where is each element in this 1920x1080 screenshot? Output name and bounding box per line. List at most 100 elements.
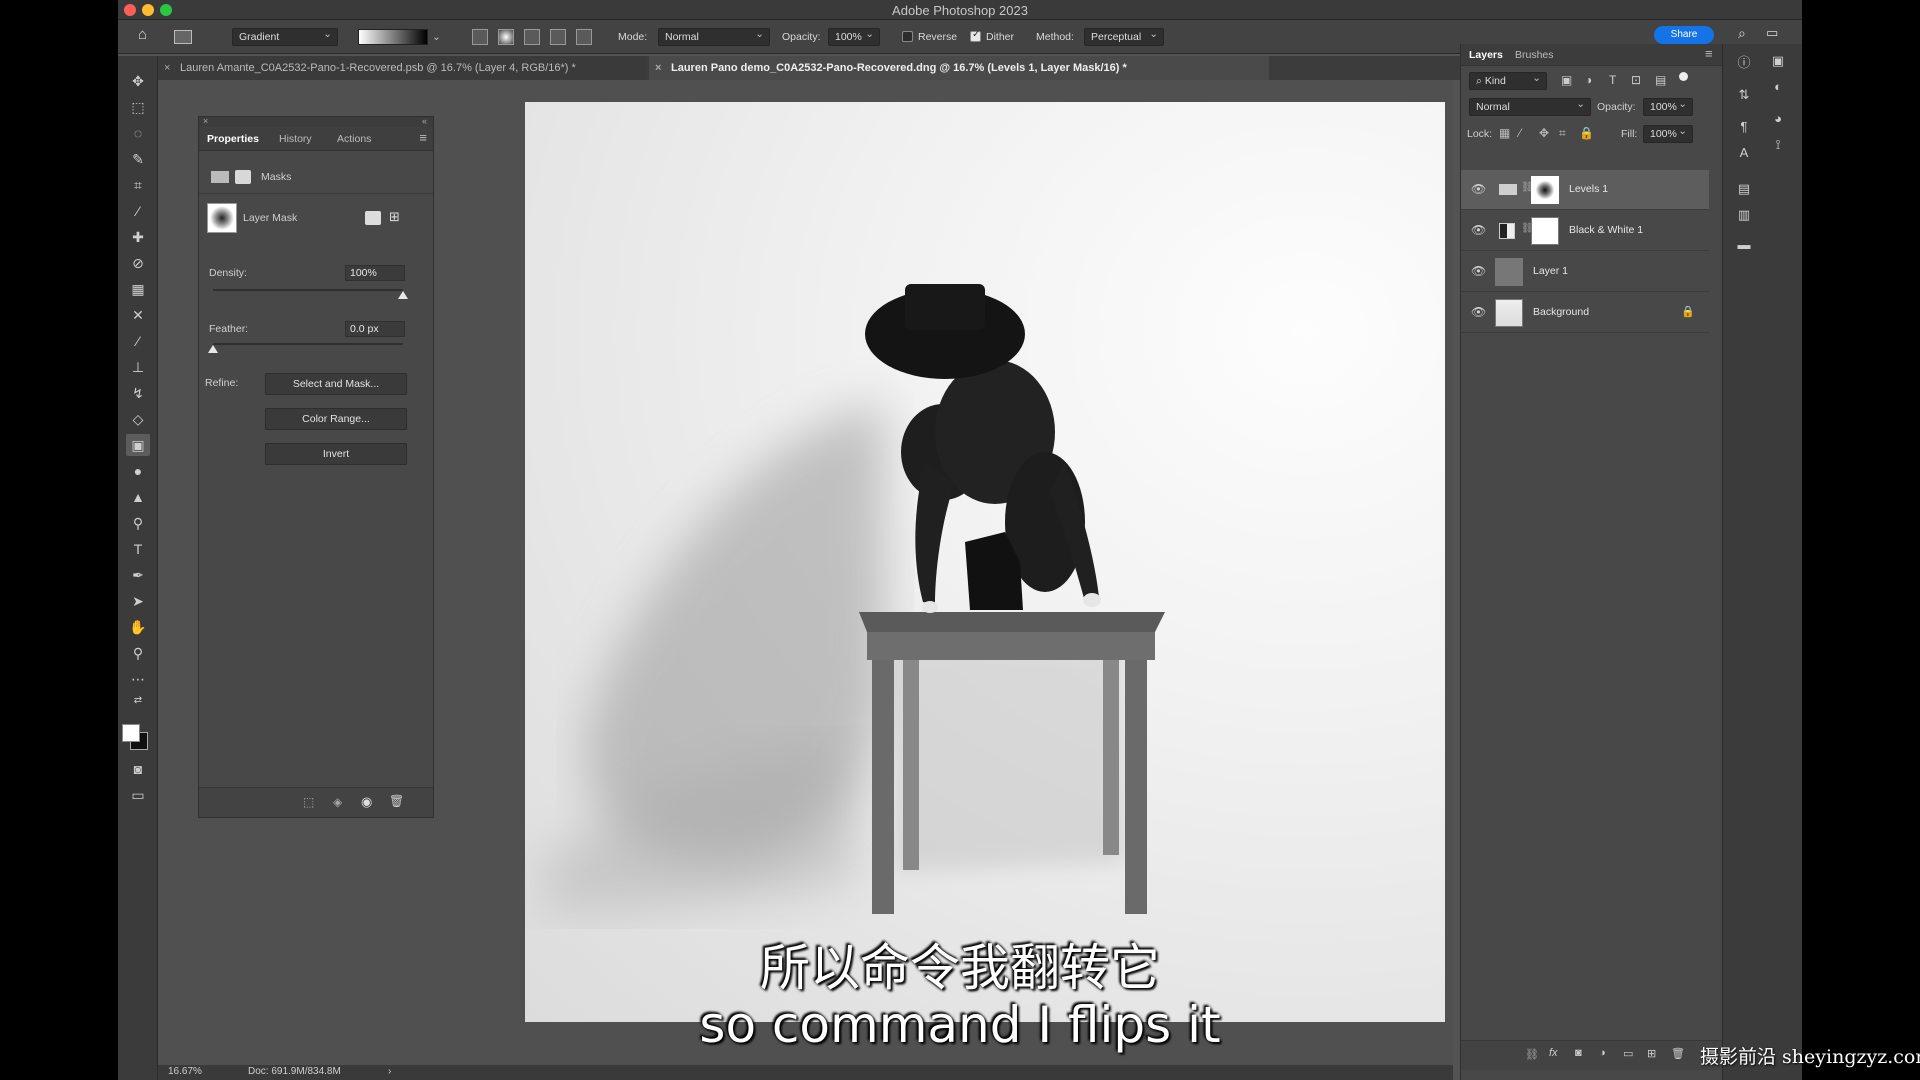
- opacity-field[interactable]: 100%: [828, 26, 880, 46]
- visibility-eye-icon[interactable]: 👁: [1471, 305, 1486, 319]
- screen-mode-icon[interactable]: ▭: [126, 784, 150, 806]
- vector-mask-icon[interactable]: ⊞: [389, 209, 400, 225]
- density-field[interactable]: 100%: [345, 265, 405, 281]
- sharpen-tool-icon[interactable]: ▲: [126, 486, 150, 508]
- info-icon[interactable]: ⓘ: [1733, 52, 1755, 74]
- layer-opacity-field[interactable]: 100%: [1643, 96, 1693, 116]
- lasso-tool-icon[interactable]: ◌: [126, 122, 150, 144]
- hand-tool-icon[interactable]: ✋: [126, 616, 150, 638]
- density-slider-thumb[interactable]: [398, 291, 408, 299]
- zoom-level[interactable]: 16.67%: [168, 1066, 202, 1077]
- lock-transparent-icon[interactable]: ▦: [1499, 126, 1510, 140]
- brushes-icon[interactable]: ▬: [1733, 234, 1755, 256]
- marquee-tool-icon[interactable]: ⬚: [126, 96, 150, 118]
- panel-menu-icon[interactable]: ≡: [419, 130, 427, 145]
- angle-gradient-icon[interactable]: [524, 29, 540, 45]
- eraser-tool-icon[interactable]: ◇: [126, 408, 150, 430]
- dither-checkbox[interactable]: [970, 29, 981, 42]
- adjustments-icon[interactable]: ⇅: [1733, 84, 1755, 106]
- layer-row-black-white[interactable]: 👁 ⛓ Black & White 1: [1461, 211, 1709, 251]
- zoom-tool-icon[interactable]: ⚲: [126, 642, 150, 664]
- gradient-chevron-icon[interactable]: ⌄: [432, 28, 441, 46]
- gradient-preset-dropdown[interactable]: Gradient: [232, 26, 338, 46]
- filter-kind-dropdown[interactable]: ⌕ Kind: [1469, 70, 1547, 90]
- libraries-icon[interactable]: ▣: [1767, 50, 1789, 72]
- layer-mask-thumbnail[interactable]: [1531, 176, 1559, 204]
- layer-thumbnail[interactable]: [1495, 299, 1523, 327]
- reverse-checkbox[interactable]: [902, 31, 913, 42]
- tool-preset-icon[interactable]: [174, 30, 192, 44]
- search-icon[interactable]: ⌕: [1738, 24, 1746, 42]
- color-icon[interactable]: ◐: [1767, 76, 1789, 98]
- brush-tool-icon[interactable]: ⁄: [126, 330, 150, 352]
- apply-mask-icon[interactable]: ◈: [333, 795, 342, 809]
- filter-smart-object-icon[interactable]: ▤: [1655, 73, 1666, 87]
- pixel-mask-icon[interactable]: [365, 211, 381, 225]
- layer-mask-thumbnail[interactable]: [207, 203, 237, 233]
- select-and-mask-button[interactable]: Select and Mask...: [265, 373, 407, 395]
- feather-slider-track[interactable]: [213, 343, 403, 345]
- healing-brush-tool-icon[interactable]: ✚: [126, 226, 150, 248]
- status-chevron-icon[interactable]: ›: [388, 1066, 391, 1077]
- share-button[interactable]: Share: [1654, 26, 1714, 44]
- gradient-tool-icon[interactable]: ▣: [126, 434, 150, 456]
- clone-stamp-tool-icon[interactable]: ⊥: [126, 356, 150, 378]
- document-tab-2[interactable]: × Lauren Pano demo_C0A2532-Pano-Recovere…: [649, 56, 1269, 80]
- patch-tool-icon[interactable]: ▦: [126, 278, 150, 300]
- levels-adjustment-icon[interactable]: [211, 171, 229, 183]
- invert-button[interactable]: Invert: [265, 443, 407, 465]
- panel-menu-icon[interactable]: ≡: [1705, 46, 1713, 61]
- blend-mode-dropdown[interactable]: Normal: [1469, 96, 1591, 116]
- dodge-tool-icon[interactable]: ⚲: [126, 512, 150, 534]
- layer-row-levels[interactable]: 👁 ⛓ Levels 1: [1461, 170, 1709, 210]
- lock-position-icon[interactable]: ✥: [1539, 126, 1549, 140]
- foreground-color-swatch[interactable]: [122, 724, 140, 742]
- notes-icon[interactable]: ▥: [1733, 204, 1755, 226]
- filter-pixel-icon[interactable]: ▣: [1561, 73, 1572, 87]
- paths-icon[interactable]: ⟟: [1767, 134, 1789, 156]
- close-tab-icon[interactable]: ×: [655, 56, 661, 80]
- reflected-gradient-icon[interactable]: [550, 29, 566, 45]
- spot-healing-tool-icon[interactable]: ⊘: [126, 252, 150, 274]
- lock-pixels-icon[interactable]: ⁄: [1519, 126, 1521, 140]
- visibility-eye-icon[interactable]: 👁: [1471, 182, 1486, 196]
- filter-shape-icon[interactable]: ⊡: [1631, 73, 1641, 87]
- visibility-eye-icon[interactable]: 👁: [1471, 223, 1486, 237]
- swap-colors-icon[interactable]: ⇄: [126, 690, 150, 712]
- color-range-button[interactable]: Color Range...: [265, 408, 407, 430]
- linear-gradient-icon[interactable]: [472, 29, 488, 45]
- trash-icon[interactable]: 🗑: [389, 794, 404, 808]
- filter-adjustment-icon[interactable]: ◑: [1585, 73, 1592, 87]
- workspace-icon[interactable]: ▭: [1766, 24, 1778, 42]
- tab-history[interactable]: History: [279, 133, 312, 145]
- quick-mask-icon[interactable]: ◙: [126, 758, 150, 780]
- blur-tool-icon[interactable]: ●: [126, 460, 150, 482]
- visibility-eye-icon[interactable]: ◉: [361, 794, 372, 810]
- feather-field[interactable]: 0.0 px: [345, 321, 405, 337]
- layer-thumbnail[interactable]: [1495, 258, 1523, 286]
- filter-toggle-icon[interactable]: [1679, 72, 1688, 81]
- diamond-gradient-icon[interactable]: [576, 29, 592, 45]
- pen-tool-icon[interactable]: ✒: [126, 564, 150, 586]
- move-tool-icon[interactable]: ✥: [126, 70, 150, 92]
- load-selection-icon[interactable]: ⬚: [303, 795, 314, 809]
- tab-layers[interactable]: Layers: [1469, 49, 1503, 61]
- channels-icon[interactable]: ▤: [1733, 178, 1755, 200]
- layer-row-layer-1[interactable]: 👁 Layer 1: [1461, 252, 1709, 292]
- swatches-icon[interactable]: ◕: [1767, 108, 1789, 130]
- layer-mask-thumbnail[interactable]: [1531, 217, 1559, 245]
- path-selection-tool-icon[interactable]: ➤: [126, 590, 150, 612]
- image-canvas[interactable]: [525, 102, 1445, 1022]
- close-tab-icon[interactable]: ×: [164, 56, 170, 80]
- lock-artboard-icon[interactable]: ⌗: [1559, 126, 1566, 141]
- more-tools-icon[interactable]: ⋯: [126, 668, 150, 690]
- lock-all-icon[interactable]: 🔒: [1579, 126, 1594, 140]
- home-icon[interactable]: ⌂: [138, 26, 147, 44]
- tab-properties[interactable]: Properties: [207, 133, 259, 145]
- close-panel-icon[interactable]: ×: [203, 116, 208, 126]
- document-tab-1[interactable]: × Lauren Amante_C0A2532-Pano-1-Recovered…: [158, 56, 645, 80]
- visibility-eye-icon[interactable]: 👁: [1471, 264, 1486, 278]
- tab-brushes[interactable]: Brushes: [1515, 49, 1554, 61]
- filter-type-icon[interactable]: T: [1609, 73, 1616, 87]
- type-tool-icon[interactable]: T: [126, 538, 150, 560]
